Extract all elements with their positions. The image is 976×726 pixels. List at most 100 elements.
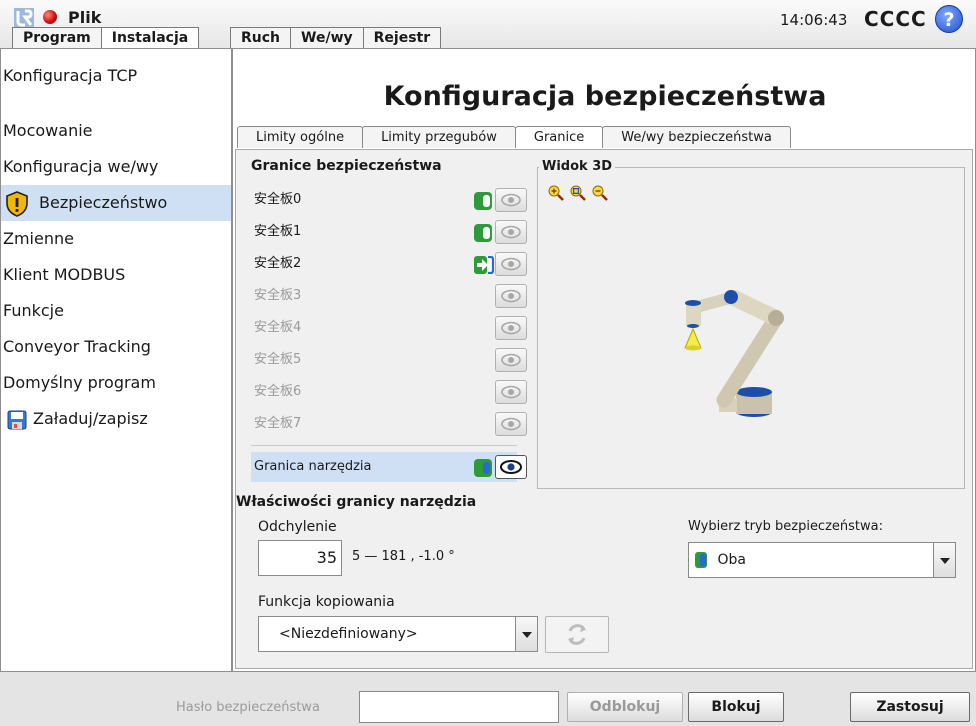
copy-function-value: <Niezdefiniowany>: [279, 626, 418, 642]
boundary-label: 安全板0: [254, 192, 302, 207]
view-3d-label: Widok 3D: [539, 159, 616, 174]
safety-mode-value: Oba: [717, 552, 746, 568]
eye-icon[interactable]: [495, 316, 527, 340]
sidebar-item-conveyor[interactable]: Conveyor Tracking: [1, 330, 231, 364]
tool-boundary-row[interactable]: Granica narzędzia: [251, 452, 527, 482]
tab-move[interactable]: Ruch: [230, 27, 292, 49]
sidebar-item-label: Funkcje: [3, 301, 64, 320]
chevron-down-icon[interactable]: [515, 617, 537, 651]
refresh-button[interactable]: [545, 616, 609, 653]
help-icon[interactable]: ?: [935, 5, 963, 33]
robot-name: CCCC: [864, 7, 927, 31]
eye-icon[interactable]: [495, 412, 527, 436]
boundary-row[interactable]: 安全板0: [251, 185, 527, 215]
zoom-fit-icon[interactable]: [570, 185, 586, 201]
tab-safety-io[interactable]: We/wy bezpieczeństwa: [602, 126, 791, 148]
boundary-label: 安全板3: [254, 288, 302, 303]
boundary-row[interactable]: 安全板7: [251, 409, 527, 439]
boundary-label: 安全板1: [254, 224, 302, 239]
tab-general-limits[interactable]: Limity ogólne: [237, 126, 364, 148]
tab-log[interactable]: Rejestr: [362, 27, 442, 49]
file-menu[interactable]: Plik: [68, 8, 101, 27]
deviation-input[interactable]: 35: [258, 540, 342, 576]
sidebar-item-safety[interactable]: Bezpieczeństwo: [1, 185, 231, 221]
boundary-row[interactable]: 安全板3: [251, 281, 527, 311]
copy-function-label: Funkcja kopiowania: [258, 594, 395, 610]
eye-icon[interactable]: [495, 220, 527, 244]
sidebar-item-label: Konfiguracja we/wy: [3, 157, 159, 176]
boundary-label: 安全板4: [254, 320, 302, 335]
eye-icon[interactable]: [495, 188, 527, 212]
divider: [251, 445, 517, 446]
view-3d[interactable]: [537, 167, 965, 489]
sidebar-item-tcp[interactable]: Konfiguracja TCP: [1, 59, 231, 93]
password-input[interactable]: [359, 691, 559, 723]
sidebar-item-label: Zmienne: [3, 229, 74, 248]
top-bar: Plik 14:06:43 CCCC ? Program Instalacja …: [0, 0, 976, 49]
boundary-row[interactable]: 安全板6: [251, 377, 527, 407]
boundary-row[interactable]: 安全板5: [251, 345, 527, 375]
zoom-in-icon[interactable]: [548, 185, 564, 201]
main-content: Konfiguracja bezpieczeństwa Limity ogóln…: [232, 48, 976, 672]
tab-joint-limits[interactable]: Limity przegubów: [362, 126, 516, 148]
copy-function-select[interactable]: <Niezdefiniowany>: [258, 616, 538, 652]
apply-button[interactable]: Zastosuj: [850, 692, 970, 722]
boundary-label: 安全板6: [254, 384, 302, 399]
boundaries-title: Granice bezpieczeństwa: [251, 158, 442, 174]
safety-mode-label: Wybierz tryb bezpieczeństwa:: [688, 519, 883, 534]
refresh-icon: [568, 624, 586, 645]
eye-icon[interactable]: [495, 252, 527, 276]
sidebar-item-default-program[interactable]: Domyślny program: [1, 366, 231, 400]
deviation-label: Odchylenie: [258, 519, 337, 535]
sidebar-item-mounting[interactable]: Mocowanie: [1, 114, 231, 148]
clock: 14:06:43: [780, 11, 848, 29]
boundaries-panel: Granice bezpieczeństwa 安全板0 安全板1 安全板2 安全…: [235, 149, 973, 669]
sidebar-item-label: Bezpieczeństwo: [39, 193, 168, 212]
sidebar-item-label: Mocowanie: [3, 121, 93, 140]
sidebar-item-label: Załaduj/zapisz: [33, 409, 148, 428]
page-title: Konfiguracja bezpieczeństwa: [383, 81, 827, 112]
sidebar-item-variables[interactable]: Zmienne: [1, 222, 231, 256]
sidebar-item-label: Domyślny program: [3, 373, 156, 392]
sidebar-item-modbus[interactable]: Klient MODBUS: [1, 258, 231, 292]
lock-button[interactable]: Blokuj: [688, 692, 784, 722]
sidebar-item-load-save[interactable]: Załaduj/zapisz: [1, 402, 231, 436]
sidebar-item-label: Klient MODBUS: [3, 265, 126, 284]
boundary-row[interactable]: 安全板4: [251, 313, 527, 343]
footer: Hasło bezpieczeństwa Odblokuj Blokuj Zas…: [0, 672, 976, 726]
sidebar-item-label: Konfiguracja TCP: [3, 66, 138, 85]
boundary-toggle-icon[interactable]: [474, 192, 492, 210]
unlock-button[interactable]: Odblokuj: [567, 692, 683, 722]
sidebar-item-io-setup[interactable]: Konfiguracja we/wy: [1, 150, 231, 184]
boundary-label: 安全板7: [254, 416, 302, 431]
eye-icon[interactable]: [495, 348, 527, 372]
boundary-row[interactable]: 安全板2: [251, 249, 527, 279]
boundary-label: 安全板5: [254, 352, 302, 367]
safety-tabs: Limity ogólne Limity przegubów Granice W…: [237, 126, 791, 148]
chevron-down-icon[interactable]: [933, 543, 955, 577]
tab-io[interactable]: We/wy: [290, 27, 364, 49]
warning-shield-icon: [6, 190, 28, 217]
tab-boundaries[interactable]: Granice: [514, 126, 604, 148]
boundary-toggle-icon[interactable]: [474, 459, 492, 477]
tool-properties-title: Właściwości granicy narzędzia: [236, 494, 477, 510]
sidebar-item-features[interactable]: Funkcje: [1, 294, 231, 328]
safety-mode-select[interactable]: Oba: [688, 542, 956, 578]
eye-icon[interactable]: [495, 455, 527, 479]
mode-toggle-icon: [695, 552, 707, 568]
boundary-label: 安全板2: [254, 256, 302, 271]
robot-arm-view: [684, 290, 784, 417]
floppy-icon: [7, 410, 27, 429]
boundary-label: Granica narzędzia: [254, 459, 372, 474]
tab-program[interactable]: Program: [12, 27, 102, 49]
boundary-toggle-icon[interactable]: [474, 224, 492, 242]
eye-icon[interactable]: [495, 284, 527, 308]
boundary-row[interactable]: 安全板1: [251, 217, 527, 247]
eye-icon[interactable]: [495, 380, 527, 404]
tab-installation[interactable]: Instalacja: [100, 27, 200, 49]
sidebar-item-label: Conveyor Tracking: [3, 337, 151, 356]
zoom-out-icon[interactable]: [592, 185, 608, 201]
status-indicator-icon: [43, 10, 57, 24]
deviation-range: 5 — 181 , -1.0 °: [352, 549, 455, 564]
trigger-arrow-icon[interactable]: [474, 255, 495, 275]
